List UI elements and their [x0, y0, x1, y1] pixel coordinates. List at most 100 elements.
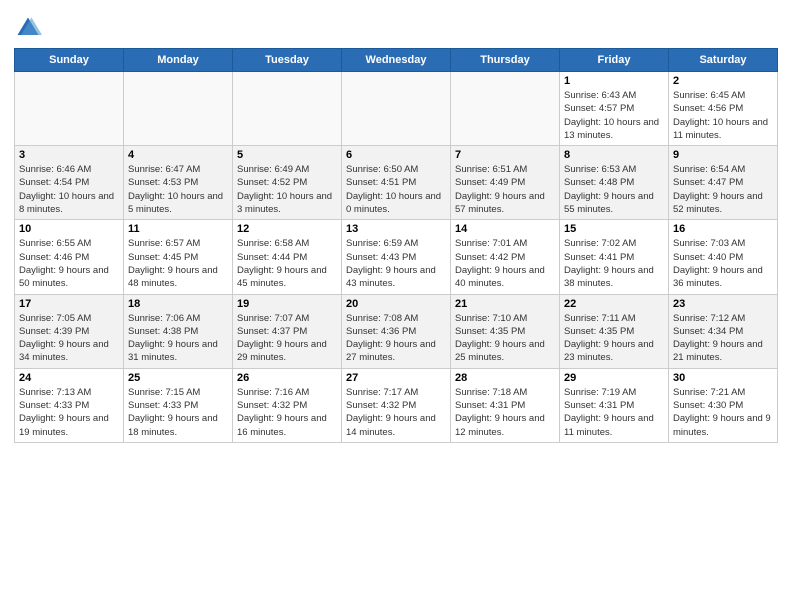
day-info: Sunrise: 6:51 AM Sunset: 4:49 PM Dayligh…	[455, 163, 555, 216]
day-cell	[124, 72, 233, 146]
day-number: 28	[455, 372, 555, 384]
day-cell: 13 Sunrise: 6:59 AM Sunset: 4:43 PM Dayli…	[342, 220, 451, 294]
day-cell: 26 Sunrise: 7:16 AM Sunset: 4:32 PM Dayli…	[233, 368, 342, 442]
day-number: 10	[19, 223, 119, 235]
calendar-table: SundayMondayTuesdayWednesdayThursdayFrid…	[14, 48, 778, 443]
day-info: Sunrise: 7:11 AM Sunset: 4:35 PM Dayligh…	[564, 312, 664, 365]
day-number: 19	[237, 298, 337, 310]
day-cell: 14 Sunrise: 7:01 AM Sunset: 4:42 PM Dayli…	[451, 220, 560, 294]
day-info: Sunrise: 6:45 AM Sunset: 4:56 PM Dayligh…	[673, 89, 773, 142]
day-cell: 18Sunrise: 7:06 AM Sunset: 4:38 PM Dayli…	[124, 294, 233, 368]
day-number: 21	[455, 298, 555, 310]
day-number: 29	[564, 372, 664, 384]
day-info: Sunrise: 7:08 AM Sunset: 4:36 PM Dayligh…	[346, 312, 446, 365]
day-info: Sunrise: 7:07 AM Sunset: 4:37 PM Dayligh…	[237, 312, 337, 365]
day-cell: 3 Sunrise: 6:46 AM Sunset: 4:54 PM Daylig…	[15, 146, 124, 220]
day-number: 15	[564, 223, 664, 235]
page-container: SundayMondayTuesdayWednesdayThursdayFrid…	[0, 0, 792, 453]
day-info: Sunrise: 7:06 AM Sunset: 4:38 PM Dayligh…	[128, 312, 228, 365]
day-info: Sunrise: 6:49 AM Sunset: 4:52 PM Dayligh…	[237, 163, 337, 216]
day-number: 13	[346, 223, 446, 235]
day-cell: 7 Sunrise: 6:51 AM Sunset: 4:49 PM Daylig…	[451, 146, 560, 220]
day-number: 23	[673, 298, 773, 310]
week-row-5: 24Sunrise: 7:13 AM Sunset: 4:33 PM Dayli…	[15, 368, 778, 442]
day-cell: 4 Sunrise: 6:47 AM Sunset: 4:53 PM Daylig…	[124, 146, 233, 220]
day-info: Sunrise: 7:05 AM Sunset: 4:39 PM Dayligh…	[19, 312, 119, 365]
header-friday: Friday	[560, 49, 669, 72]
day-info: Sunrise: 7:17 AM Sunset: 4:32 PM Dayligh…	[346, 386, 446, 439]
day-info: Sunrise: 6:46 AM Sunset: 4:54 PM Dayligh…	[19, 163, 119, 216]
day-number: 9	[673, 149, 773, 161]
day-cell: 8Sunrise: 6:53 AM Sunset: 4:48 PM Daylig…	[560, 146, 669, 220]
day-info: Sunrise: 7:03 AM Sunset: 4:40 PM Dayligh…	[673, 237, 773, 290]
day-cell: 25 Sunrise: 7:15 AM Sunset: 4:33 PM Dayli…	[124, 368, 233, 442]
day-info: Sunrise: 6:59 AM Sunset: 4:43 PM Dayligh…	[346, 237, 446, 290]
header-wednesday: Wednesday	[342, 49, 451, 72]
day-cell: 27 Sunrise: 7:17 AM Sunset: 4:32 PM Dayli…	[342, 368, 451, 442]
day-info: Sunrise: 7:02 AM Sunset: 4:41 PM Dayligh…	[564, 237, 664, 290]
day-number: 3	[19, 149, 119, 161]
day-cell	[342, 72, 451, 146]
day-cell: 12 Sunrise: 6:58 AM Sunset: 4:44 PM Dayli…	[233, 220, 342, 294]
day-number: 26	[237, 372, 337, 384]
day-cell: 28 Sunrise: 7:18 AM Sunset: 4:31 PM Dayli…	[451, 368, 560, 442]
day-cell	[15, 72, 124, 146]
day-number: 16	[673, 223, 773, 235]
week-row-4: 17 Sunrise: 7:05 AM Sunset: 4:39 PM Dayli…	[15, 294, 778, 368]
day-info: Sunrise: 6:50 AM Sunset: 4:51 PM Dayligh…	[346, 163, 446, 216]
header-thursday: Thursday	[451, 49, 560, 72]
day-number: 11	[128, 223, 228, 235]
logo	[14, 14, 46, 42]
day-info: Sunrise: 7:12 AM Sunset: 4:34 PM Dayligh…	[673, 312, 773, 365]
day-number: 7	[455, 149, 555, 161]
logo-icon	[14, 14, 42, 42]
day-info: Sunrise: 6:54 AM Sunset: 4:47 PM Dayligh…	[673, 163, 773, 216]
day-number: 2	[673, 75, 773, 87]
week-row-2: 3 Sunrise: 6:46 AM Sunset: 4:54 PM Daylig…	[15, 146, 778, 220]
day-cell: 22Sunrise: 7:11 AM Sunset: 4:35 PM Dayli…	[560, 294, 669, 368]
day-cell: 19 Sunrise: 7:07 AM Sunset: 4:37 PM Dayli…	[233, 294, 342, 368]
calendar-header-row: SundayMondayTuesdayWednesdayThursdayFrid…	[15, 49, 778, 72]
week-row-3: 10 Sunrise: 6:55 AM Sunset: 4:46 PM Dayli…	[15, 220, 778, 294]
day-cell	[451, 72, 560, 146]
day-number: 12	[237, 223, 337, 235]
day-cell: 24Sunrise: 7:13 AM Sunset: 4:33 PM Dayli…	[15, 368, 124, 442]
day-info: Sunrise: 7:21 AM Sunset: 4:30 PM Dayligh…	[673, 386, 773, 439]
day-number: 25	[128, 372, 228, 384]
day-cell: 11Sunrise: 6:57 AM Sunset: 4:45 PM Dayli…	[124, 220, 233, 294]
day-info: Sunrise: 7:10 AM Sunset: 4:35 PM Dayligh…	[455, 312, 555, 365]
day-info: Sunrise: 6:55 AM Sunset: 4:46 PM Dayligh…	[19, 237, 119, 290]
day-number: 4	[128, 149, 228, 161]
day-cell: 23 Sunrise: 7:12 AM Sunset: 4:34 PM Dayli…	[669, 294, 778, 368]
page-header	[14, 10, 778, 42]
day-cell: 29 Sunrise: 7:19 AM Sunset: 4:31 PM Dayli…	[560, 368, 669, 442]
header-tuesday: Tuesday	[233, 49, 342, 72]
day-info: Sunrise: 7:15 AM Sunset: 4:33 PM Dayligh…	[128, 386, 228, 439]
day-number: 24	[19, 372, 119, 384]
day-number: 17	[19, 298, 119, 310]
day-cell: 5Sunrise: 6:49 AM Sunset: 4:52 PM Daylig…	[233, 146, 342, 220]
day-cell: 1Sunrise: 6:43 AM Sunset: 4:57 PM Daylig…	[560, 72, 669, 146]
day-info: Sunrise: 7:16 AM Sunset: 4:32 PM Dayligh…	[237, 386, 337, 439]
header-sunday: Sunday	[15, 49, 124, 72]
day-cell	[233, 72, 342, 146]
day-number: 6	[346, 149, 446, 161]
day-number: 14	[455, 223, 555, 235]
day-info: Sunrise: 6:47 AM Sunset: 4:53 PM Dayligh…	[128, 163, 228, 216]
day-info: Sunrise: 7:01 AM Sunset: 4:42 PM Dayligh…	[455, 237, 555, 290]
header-saturday: Saturday	[669, 49, 778, 72]
week-row-1: 1Sunrise: 6:43 AM Sunset: 4:57 PM Daylig…	[15, 72, 778, 146]
day-cell: 15 Sunrise: 7:02 AM Sunset: 4:41 PM Dayli…	[560, 220, 669, 294]
day-cell: 6 Sunrise: 6:50 AM Sunset: 4:51 PM Daylig…	[342, 146, 451, 220]
day-info: Sunrise: 7:18 AM Sunset: 4:31 PM Dayligh…	[455, 386, 555, 439]
day-cell: 21 Sunrise: 7:10 AM Sunset: 4:35 PM Dayli…	[451, 294, 560, 368]
day-cell: 30 Sunrise: 7:21 AM Sunset: 4:30 PM Dayli…	[669, 368, 778, 442]
day-info: Sunrise: 6:43 AM Sunset: 4:57 PM Dayligh…	[564, 89, 664, 142]
day-number: 20	[346, 298, 446, 310]
day-cell: 16 Sunrise: 7:03 AM Sunset: 4:40 PM Dayli…	[669, 220, 778, 294]
day-info: Sunrise: 6:58 AM Sunset: 4:44 PM Dayligh…	[237, 237, 337, 290]
day-info: Sunrise: 7:19 AM Sunset: 4:31 PM Dayligh…	[564, 386, 664, 439]
day-number: 27	[346, 372, 446, 384]
day-number: 30	[673, 372, 773, 384]
day-cell: 9 Sunrise: 6:54 AM Sunset: 4:47 PM Daylig…	[669, 146, 778, 220]
